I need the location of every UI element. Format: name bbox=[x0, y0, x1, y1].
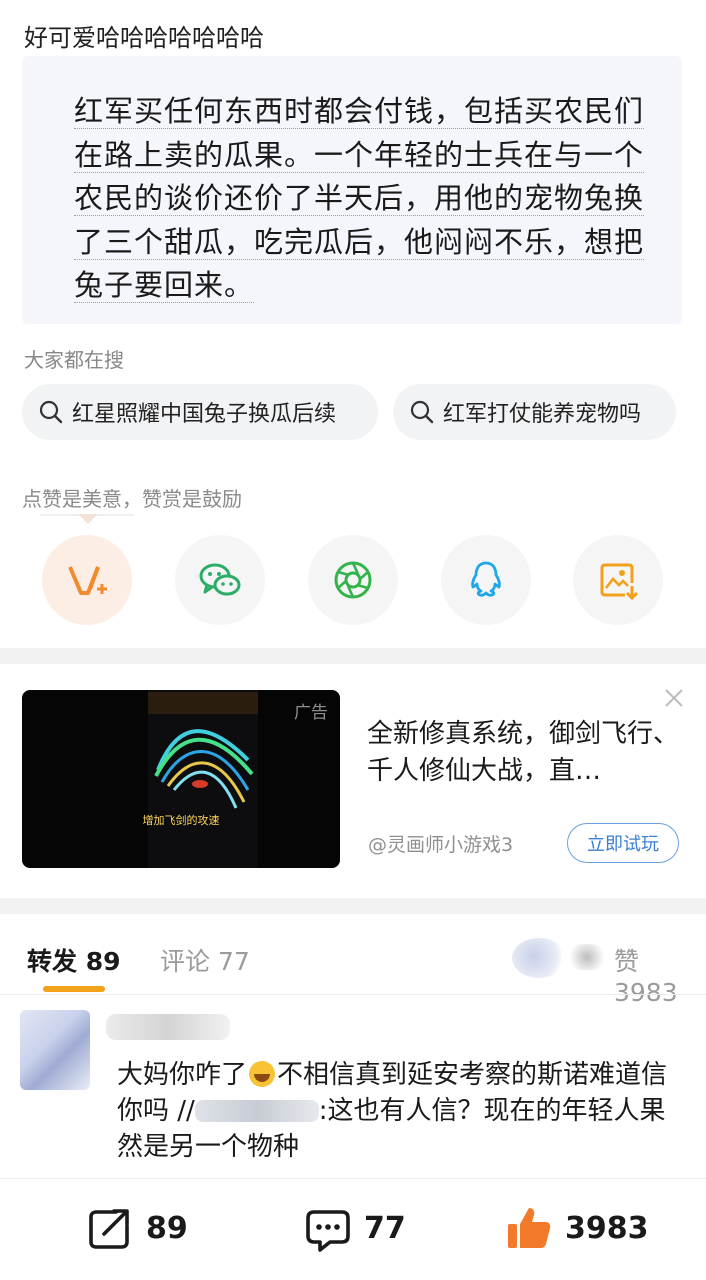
quoted-post[interactable]: 红军买任何东西时都会付钱，包括买农民们在路上卖的瓜果。一个年轻的士兵在与一个农民… bbox=[22, 56, 682, 324]
save-image-button[interactable] bbox=[573, 535, 663, 625]
tab-repost[interactable]: 转发 89 bbox=[27, 942, 121, 978]
search-chip[interactable]: 红军打仗能养宠物吗 bbox=[393, 384, 676, 440]
commenter-name[interactable] bbox=[106, 1014, 230, 1040]
trending-search-heading: 大家都在搜 bbox=[24, 348, 124, 372]
reward-heading: 点赞是美意，赞赏是鼓励 bbox=[22, 487, 242, 511]
qq-icon bbox=[471, 561, 501, 597]
tabs-divider bbox=[0, 994, 706, 995]
ad-tag: 广告 bbox=[294, 703, 328, 723]
thumbs-up-icon bbox=[508, 1208, 551, 1248]
repost-button[interactable]: 89 bbox=[86, 1200, 188, 1256]
avatar[interactable] bbox=[20, 1010, 90, 1090]
save-image-icon bbox=[600, 563, 639, 601]
moments-icon bbox=[334, 561, 372, 599]
mentioned-user[interactable] bbox=[194, 1100, 319, 1122]
search-icon bbox=[410, 400, 434, 424]
repost-text[interactable]: 大妈你咋了 不相信真到延安考察的斯诺难道信你吗 //:这也有人信？现在的年轻人果然… bbox=[117, 1057, 687, 1165]
search-chip-label: 红军打仗能养宠物吗 bbox=[443, 402, 642, 427]
action-bar-divider bbox=[0, 1178, 706, 1179]
share-icon bbox=[89, 1209, 129, 1249]
ad-video-frame bbox=[148, 690, 258, 868]
active-tab-indicator bbox=[43, 986, 105, 992]
laughing-emoji-icon bbox=[249, 1061, 276, 1087]
like-button[interactable]: 3983 bbox=[505, 1200, 649, 1256]
reward-button[interactable] bbox=[42, 535, 132, 625]
search-chip[interactable]: 红星照耀中国兔子换瓜后续 bbox=[22, 384, 378, 440]
search-chip-label: 红星照耀中国兔子换瓜后续 bbox=[72, 402, 337, 427]
avatar bbox=[512, 938, 566, 978]
tab-comment[interactable]: 评论 77 bbox=[160, 942, 250, 978]
reward-pointer bbox=[78, 514, 98, 524]
ad-video-thumbnail[interactable]: 增加飞剑的攻速 广告 bbox=[22, 690, 340, 868]
section-divider bbox=[0, 648, 706, 664]
ad-video-caption: 增加飞剑的攻速 bbox=[142, 814, 220, 827]
ad-game-banner bbox=[148, 692, 258, 714]
try-now-button[interactable]: 立即试玩 bbox=[567, 823, 679, 863]
ad-headline[interactable]: 全新修真系统，御剑飞行、千人修仙大战，直… bbox=[367, 716, 679, 790]
tab-likes[interactable]: 赞 3983 bbox=[614, 942, 706, 1007]
comment-icon bbox=[306, 1210, 350, 1252]
comment-button[interactable]: 77 bbox=[304, 1200, 406, 1256]
ad-source[interactable]: @灵画师小游戏3 bbox=[368, 830, 513, 857]
liker-avatars[interactable] bbox=[508, 930, 612, 980]
quoted-post-text: 红军买任何东西时都会付钱，包括买农民们在路上卖的瓜果。一个年轻的士兵在与一个农民… bbox=[74, 94, 645, 303]
v-plus-icon bbox=[68, 566, 107, 595]
avatar bbox=[566, 944, 608, 970]
share-qq-button[interactable] bbox=[441, 535, 531, 625]
share-moments-button[interactable] bbox=[308, 535, 398, 625]
wechat-icon bbox=[199, 563, 241, 596]
close-icon[interactable] bbox=[663, 687, 685, 709]
share-wechat-button[interactable] bbox=[175, 535, 265, 625]
search-icon bbox=[39, 400, 63, 424]
ad-game-artwork bbox=[154, 729, 254, 809]
section-divider bbox=[0, 898, 706, 914]
post-title: 好可爱哈哈哈哈哈哈哈 bbox=[24, 24, 264, 52]
